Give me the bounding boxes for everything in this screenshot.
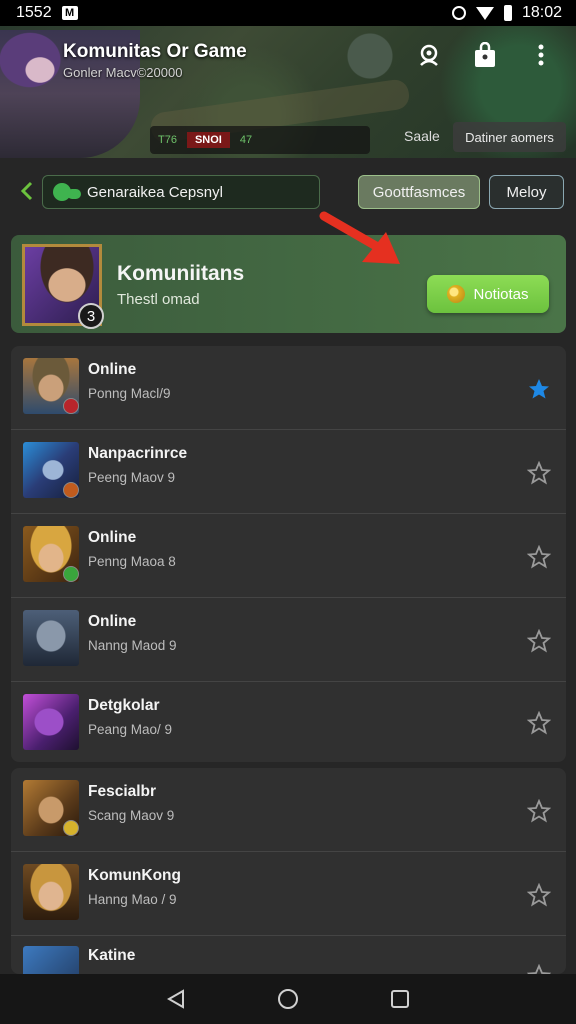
star-outline-icon[interactable] <box>527 883 551 907</box>
star-outline-icon[interactable] <box>527 711 551 735</box>
list-item[interactable]: Nanpacrinrce Peeng Maov 9 <box>11 430 566 514</box>
list-item[interactable]: Katine <box>11 936 566 974</box>
nav-home-button[interactable] <box>274 985 302 1013</box>
list-item[interactable]: Detgkolar Peang Mao/ 9 <box>11 682 566 762</box>
list-item[interactable]: Fescialbr Scang Maov 9 <box>11 768 566 852</box>
member-list-group: Online Ponng Macl/9 Nanpacrinrce Peeng M… <box>11 346 566 762</box>
community-title: Komuniitans <box>117 262 245 285</box>
danger-button[interactable]: Datiner aomers <box>453 122 566 152</box>
app-notification-icon: M <box>61 6 78 20</box>
item-name: Detgkolar <box>88 697 160 714</box>
list-item[interactable]: Online Ponng Macl/9 <box>11 346 566 430</box>
item-name: Nanpacrinrce <box>88 445 188 462</box>
avatar <box>23 946 79 974</box>
item-name: KomunKong <box>88 867 181 884</box>
list-item[interactable]: KomunKong Hanng Mao / 9 <box>11 852 566 936</box>
star-outline-icon[interactable] <box>527 545 551 569</box>
status-time-left: 1552 <box>16 4 52 21</box>
header-banner: Komunitas Or Game Gonler Macv©20000 T76 … <box>0 26 576 158</box>
game-hud: T76 SNOI 47 <box>150 126 370 154</box>
shop-bag-icon[interactable] <box>472 42 498 68</box>
hud-left-value: T76 <box>158 134 177 146</box>
item-sub: Hanng Mao / 9 <box>88 892 177 907</box>
rank-icon <box>63 482 79 498</box>
scale-label: Saale <box>404 128 440 144</box>
item-name: Online <box>88 529 137 546</box>
battery-icon <box>503 5 512 21</box>
avatar <box>23 610 79 666</box>
item-sub: Ponng Macl/9 <box>88 386 171 401</box>
notifications-button[interactable]: Notiotas <box>427 275 549 313</box>
toolbar: Goottfasmces Meloy <box>0 166 576 218</box>
system-nav-bar <box>0 974 576 1024</box>
hud-center-value: SNOI <box>186 132 230 148</box>
circle-home-icon <box>278 989 298 1009</box>
star-outline-icon[interactable] <box>527 799 551 823</box>
status-time-right: 18:02 <box>521 4 562 21</box>
star-outline-icon[interactable] <box>527 629 551 653</box>
search-box[interactable] <box>42 175 320 209</box>
list-item[interactable]: Online Nanng Maod 9 <box>11 598 566 682</box>
nav-back-button[interactable] <box>162 985 190 1013</box>
notifications-label: Notiotas <box>473 285 529 303</box>
tab-active[interactable]: Goottfasmces <box>358 175 480 209</box>
item-sub: Peang Mao/ 9 <box>88 722 173 737</box>
star-outline-icon[interactable] <box>527 964 551 974</box>
coin-icon <box>447 285 466 303</box>
chevron-left-icon <box>20 181 33 201</box>
nav-recents-button[interactable] <box>386 985 414 1013</box>
community-icon[interactable] <box>416 42 442 68</box>
star-filled-icon[interactable] <box>527 377 551 401</box>
more-options-icon[interactable] <box>528 42 554 68</box>
tab-other[interactable]: Meloy <box>489 175 564 209</box>
triangle-back-icon <box>166 989 184 1009</box>
community-subtitle: Thestl omad <box>117 291 200 308</box>
item-name: Online <box>88 361 137 378</box>
avatar <box>23 694 79 750</box>
item-sub: Nanng Maod 9 <box>88 638 177 653</box>
red-arrow-icon <box>319 211 400 264</box>
item-sub: Peeng Maov 9 <box>88 470 176 485</box>
community-banner[interactable]: 3 Komuniitans Thestl omad Notiotas <box>11 235 566 333</box>
item-name: Katine <box>88 947 136 964</box>
rank-icon <box>63 566 79 582</box>
search-input[interactable] <box>87 183 287 201</box>
star-outline-icon[interactable] <box>527 461 551 485</box>
rank-icon <box>63 398 79 414</box>
item-sub: Scang Maov 9 <box>88 808 175 823</box>
item-sub: Penng Maoa 8 <box>88 554 176 569</box>
square-recents-icon <box>391 990 409 1008</box>
back-button[interactable] <box>16 180 38 202</box>
member-list-group: Fescialbr Scang Maov 9 KomunKong Hanng M… <box>11 768 566 974</box>
item-name: Fescialbr <box>88 783 157 800</box>
rank-icon <box>63 820 79 836</box>
list-item[interactable]: Online Penng Maoa 8 <box>11 514 566 598</box>
wifi-icon <box>475 6 494 20</box>
status-bar: 1552 M 18:02 <box>0 0 576 26</box>
hud-right-value: 47 <box>239 134 253 146</box>
avatar <box>23 864 79 920</box>
item-name: Online <box>88 613 137 630</box>
page-subtitle: Gonler Macv©20000 <box>63 65 183 80</box>
page-title: Komunitas Or Game <box>63 41 247 62</box>
group-icon <box>53 181 81 203</box>
member-count-badge: 3 <box>78 303 104 329</box>
alarm-icon <box>451 6 466 20</box>
